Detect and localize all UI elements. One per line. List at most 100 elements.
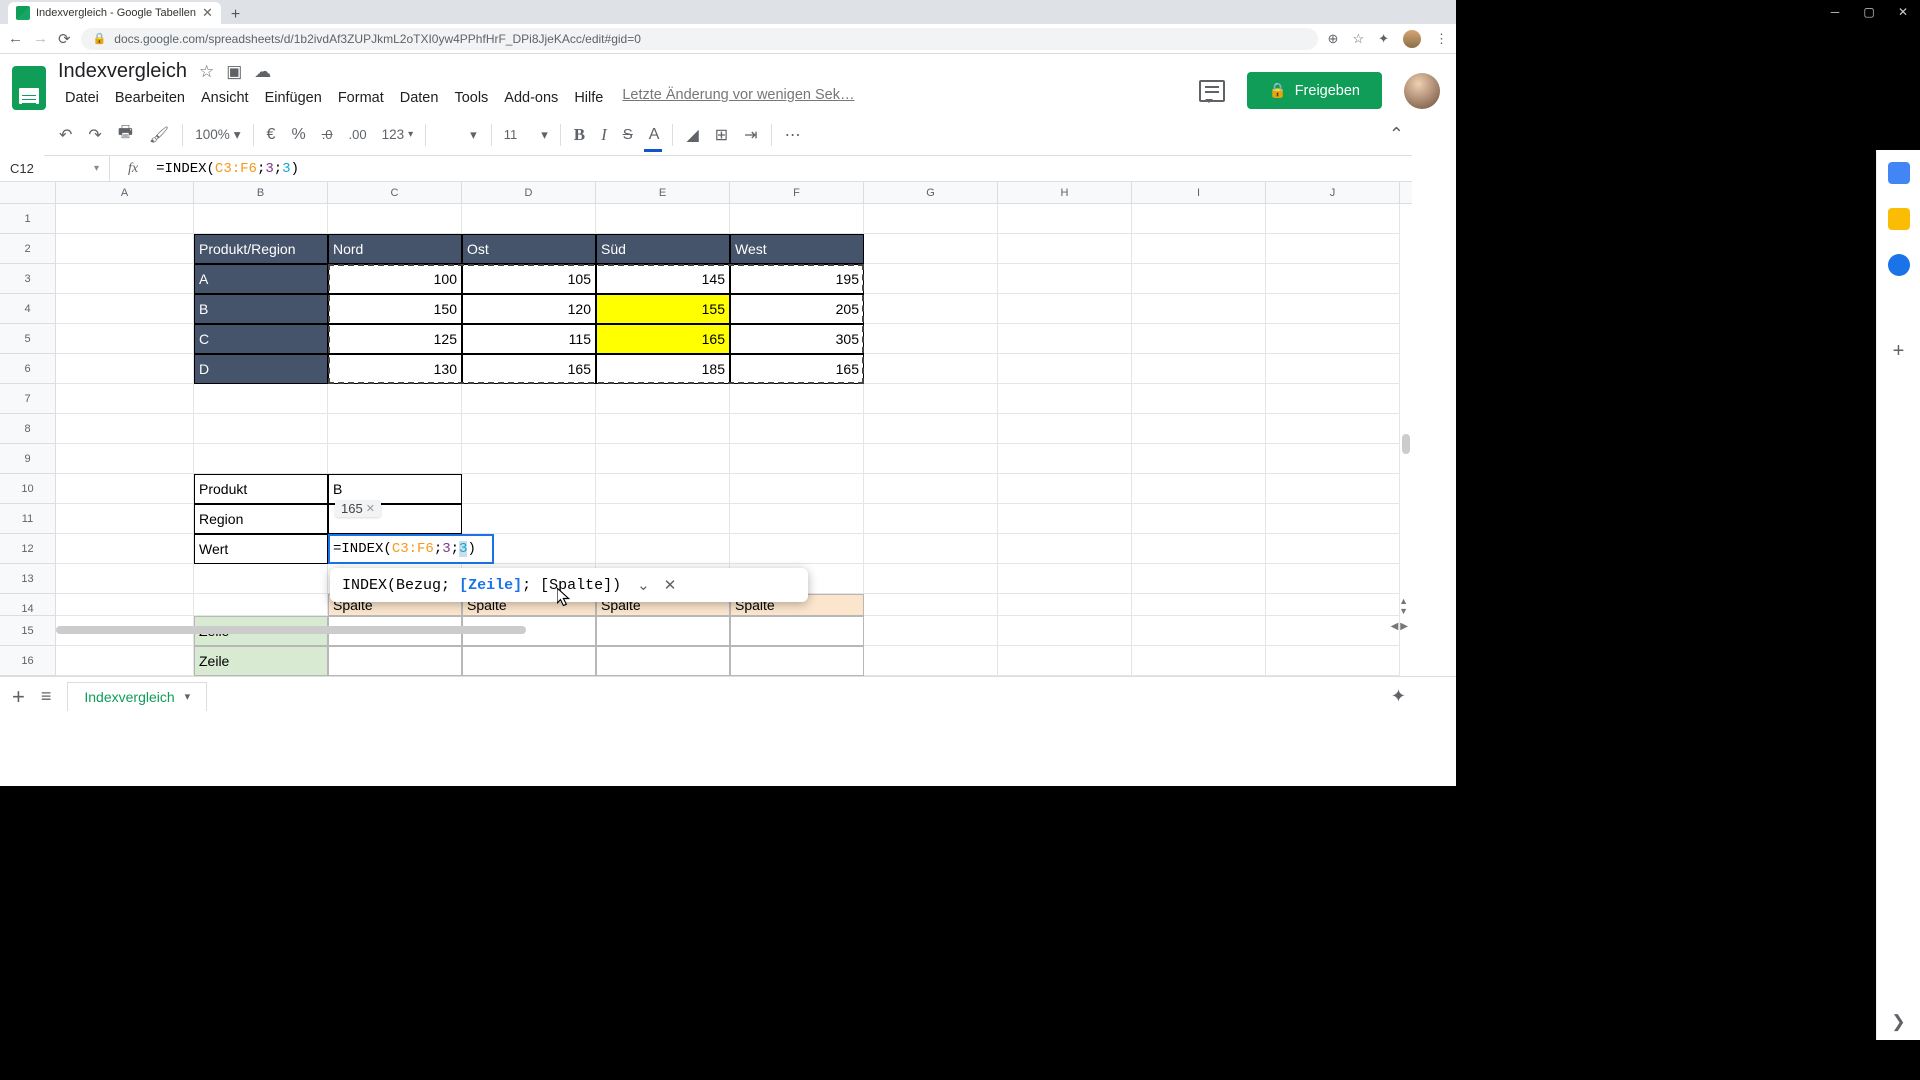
maximize-button[interactable]: ▢ — [1852, 5, 1886, 19]
tasks-icon[interactable] — [1888, 254, 1910, 276]
cell-editor[interactable]: =INDEX(C3:F6;3;3) — [328, 534, 494, 564]
data-cell[interactable]: 125 — [328, 324, 462, 354]
currency-button[interactable]: € — [260, 120, 283, 150]
back-button[interactable]: ← — [8, 30, 23, 47]
sheet-tab[interactable]: Indexvergleich▾ — [67, 682, 207, 711]
col-header[interactable]: D — [462, 182, 596, 203]
row-header[interactable]: 12 — [0, 534, 56, 564]
print-button[interactable]: 🖶 — [111, 115, 140, 154]
text-color-button[interactable]: A — [642, 120, 667, 150]
region-header[interactable]: West — [730, 234, 864, 264]
close-preview-icon[interactable]: ✕ — [366, 502, 375, 515]
col-header[interactable]: C — [328, 182, 462, 203]
add-sheet-button[interactable]: + — [12, 684, 25, 710]
move-icon[interactable]: ▣ — [226, 62, 242, 82]
dec-decrease-button[interactable]: .0 — [315, 121, 340, 148]
new-tab-button[interactable]: + — [221, 6, 250, 24]
borders-button[interactable]: ⊞ — [708, 119, 735, 151]
row-header[interactable]: 2 — [0, 234, 56, 264]
col-header[interactable]: J — [1266, 182, 1400, 203]
sheets-logo[interactable] — [12, 66, 46, 110]
profile-avatar[interactable] — [1403, 30, 1421, 48]
data-cell[interactable]: 100 — [328, 264, 462, 294]
row-header[interactable]: 15 — [0, 616, 56, 646]
italic-button[interactable]: I — [594, 119, 614, 151]
col-header[interactable]: I — [1132, 182, 1266, 203]
lookup-label[interactable]: Produkt — [194, 474, 328, 504]
data-cell[interactable]: 145 — [596, 264, 730, 294]
data-cell[interactable]: 105 — [462, 264, 596, 294]
row-header[interactable]: 7 — [0, 384, 56, 414]
keep-icon[interactable] — [1888, 208, 1910, 230]
add-addon-icon[interactable]: + — [1893, 340, 1905, 363]
col-header[interactable]: H — [998, 182, 1132, 203]
menu-einfuegen[interactable]: Einfügen — [258, 87, 329, 109]
product-label[interactable]: B — [194, 294, 328, 324]
horizontal-scroll-nav[interactable]: ◀▶ — [1391, 621, 1408, 632]
menu-addons[interactable]: Add-ons — [497, 87, 565, 109]
menu-datei[interactable]: Datei — [58, 87, 106, 109]
col-header[interactable]: B — [194, 182, 328, 203]
reload-button[interactable]: ⟳ — [58, 30, 71, 48]
horizontal-scrollbar[interactable] — [56, 626, 1352, 636]
expand-help-icon[interactable]: ⌄ — [637, 576, 650, 594]
data-cell[interactable]: 130 — [328, 354, 462, 384]
data-cell[interactable]: 195 — [730, 264, 864, 294]
row-header[interactable]: 9 — [0, 444, 56, 474]
table-corner[interactable]: Produkt/Region — [194, 234, 328, 264]
lookup-label[interactable]: Region — [194, 504, 328, 534]
data-cell[interactable]: 165 — [730, 354, 864, 384]
collapse-toolbar-icon[interactable]: ⌃ — [1389, 124, 1404, 145]
data-cell[interactable]: 205 — [730, 294, 864, 324]
name-box[interactable]: C12▾ — [0, 156, 110, 181]
forward-button[interactable]: → — [33, 30, 48, 47]
fill-color-button[interactable]: ◢ — [679, 119, 705, 151]
bold-button[interactable]: B — [567, 119, 592, 151]
select-all-corner[interactable] — [0, 182, 56, 203]
merge-button[interactable]: ⇥ — [737, 119, 764, 151]
region-header[interactable]: Ost — [462, 234, 596, 264]
formula-input[interactable]: =INDEX(C3:F6;3;3) — [156, 161, 1412, 177]
percent-button[interactable]: % — [284, 120, 312, 150]
close-help-icon[interactable]: ✕ — [664, 576, 677, 594]
data-cell[interactable]: 155 — [596, 294, 730, 324]
spreadsheet-grid[interactable]: A B C D E F G H I J 1 2 Produkt/Region N… — [0, 182, 1412, 676]
col-header[interactable]: F — [730, 182, 864, 203]
bookmark-icon[interactable]: ☆ — [1352, 31, 1364, 47]
url-input[interactable]: 🔒 docs.google.com/spreadsheets/d/1b2ivdA… — [81, 28, 1318, 50]
region-header[interactable]: Nord — [328, 234, 462, 264]
row-header[interactable]: 10 — [0, 474, 56, 504]
row-header[interactable]: 3 — [0, 264, 56, 294]
data-cell[interactable]: 120 — [462, 294, 596, 324]
menu-tools[interactable]: Tools — [447, 87, 495, 109]
comments-icon[interactable] — [1199, 80, 1225, 102]
doc-title[interactable]: Indexvergleich — [58, 60, 187, 83]
col-header[interactable]: E — [596, 182, 730, 203]
cloud-icon[interactable]: ☁ — [254, 62, 271, 82]
redo-button[interactable]: ↷ — [81, 119, 108, 151]
star-icon[interactable]: ☆ — [199, 62, 214, 82]
row-header[interactable]: 4 — [0, 294, 56, 324]
lookup-label[interactable]: Wert — [194, 534, 328, 564]
explore-button[interactable]: ✦ — [1391, 686, 1406, 707]
menu-format[interactable]: Format — [331, 87, 391, 109]
data-cell[interactable]: 185 — [596, 354, 730, 384]
zeile-header[interactable]: Zeile — [194, 646, 328, 676]
all-sheets-button[interactable]: ≡ — [41, 686, 52, 707]
data-cell[interactable]: 115 — [462, 324, 596, 354]
close-window-button[interactable]: ✕ — [1886, 5, 1920, 19]
menu-daten[interactable]: Daten — [393, 87, 446, 109]
browser-tab[interactable]: Indexvergleich - Google Tabellen ✕ — [8, 2, 221, 24]
region-header[interactable]: Süd — [596, 234, 730, 264]
col-header[interactable]: G — [864, 182, 998, 203]
strikethrough-button[interactable]: S — [616, 120, 640, 149]
menu-ansicht[interactable]: Ansicht — [194, 87, 256, 109]
data-cell[interactable]: 165 — [462, 354, 596, 384]
account-avatar[interactable] — [1404, 73, 1440, 109]
font-select[interactable]: ▾ — [432, 127, 485, 143]
row-header[interactable]: 1 — [0, 204, 56, 234]
zoom-select[interactable]: 100%▾ — [189, 127, 246, 143]
vertical-scrollbar-thumb[interactable] — [1402, 434, 1410, 454]
menu-hilfe[interactable]: Hilfe — [567, 87, 610, 109]
row-header[interactable]: 13 — [0, 564, 56, 594]
